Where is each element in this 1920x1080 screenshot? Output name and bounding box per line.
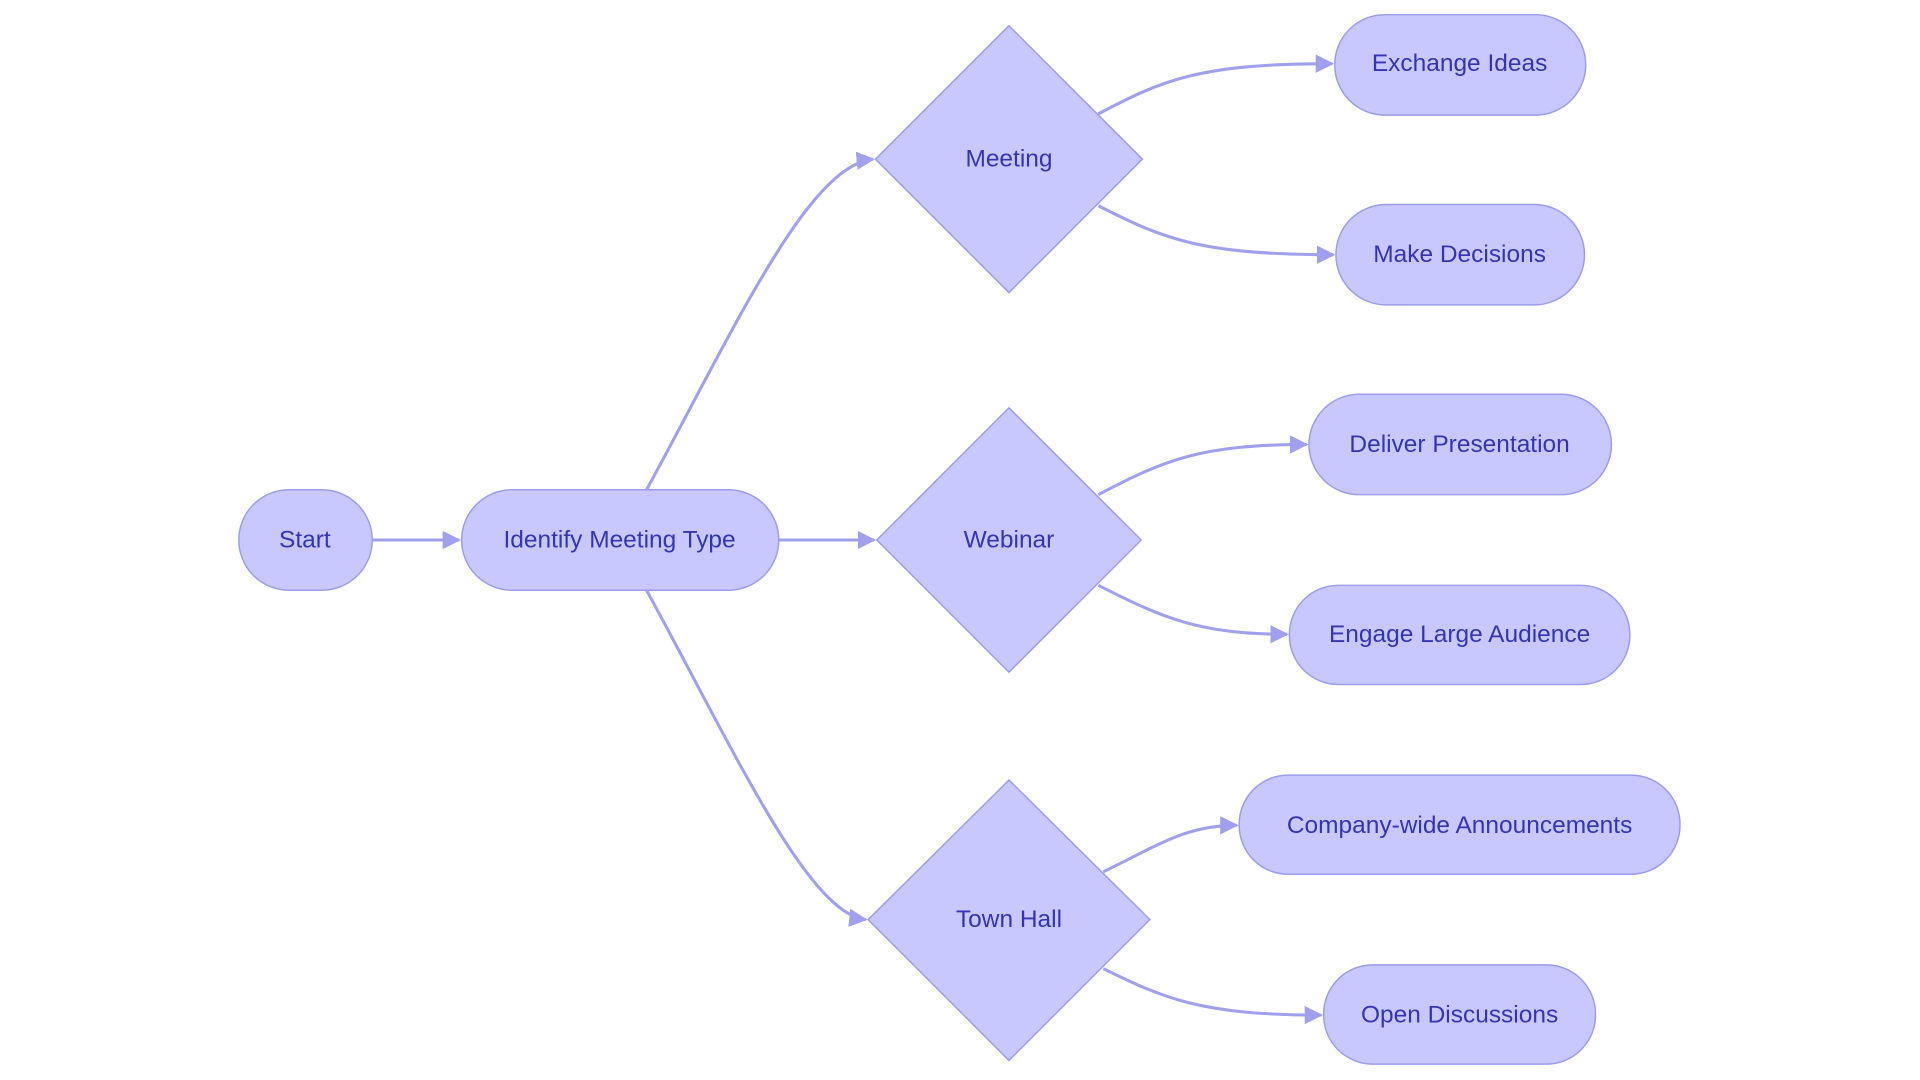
- node-open[interactable]: Open Discussions: [1322, 964, 1597, 1065]
- node-townhall[interactable]: Town Hall: [867, 778, 1151, 1062]
- node-label: Town Hall: [956, 906, 1062, 933]
- node-decisions[interactable]: Make Decisions: [1335, 203, 1586, 306]
- node-label: Webinar: [964, 527, 1055, 554]
- node-label: Meeting: [965, 146, 1052, 173]
- node-webinar[interactable]: Webinar: [875, 406, 1143, 674]
- edge-townhall-announce: [1102, 816, 1239, 874]
- node-label: Start: [279, 527, 331, 554]
- edge-identify-townhall: [645, 589, 868, 927]
- node-engage[interactable]: Engage Large Audience: [1288, 584, 1631, 686]
- node-meeting[interactable]: Meeting: [874, 24, 1144, 294]
- node-announce[interactable]: Company-wide Announcements: [1238, 774, 1681, 876]
- edge-meeting-decisions: [1097, 204, 1336, 264]
- node-identify[interactable]: Identify Meeting Type: [460, 489, 780, 591]
- node-deliver[interactable]: Deliver Presentation: [1308, 393, 1613, 496]
- edge-identify-meeting: [645, 151, 875, 491]
- node-label: Engage Large Audience: [1329, 621, 1590, 648]
- edge-webinar-engage: [1097, 583, 1289, 644]
- edge-meeting-exchange: [1097, 54, 1335, 116]
- node-label: Make Decisions: [1373, 241, 1546, 268]
- flowchart: Start Identify Meeting Type Meeting Webi…: [238, 13, 1681, 1065]
- node-label: Company-wide Announcements: [1287, 812, 1632, 839]
- node-exchange[interactable]: Exchange Ideas: [1333, 13, 1587, 116]
- node-label: Exchange Ideas: [1372, 50, 1548, 77]
- node-label: Identify Meeting Type: [504, 527, 736, 554]
- node-label: Deliver Presentation: [1349, 431, 1569, 458]
- node-label: Open Discussions: [1361, 1002, 1558, 1029]
- edge-townhall-open: [1102, 967, 1324, 1025]
- edge-webinar-deliver: [1097, 435, 1309, 497]
- node-start[interactable]: Start: [238, 489, 373, 591]
